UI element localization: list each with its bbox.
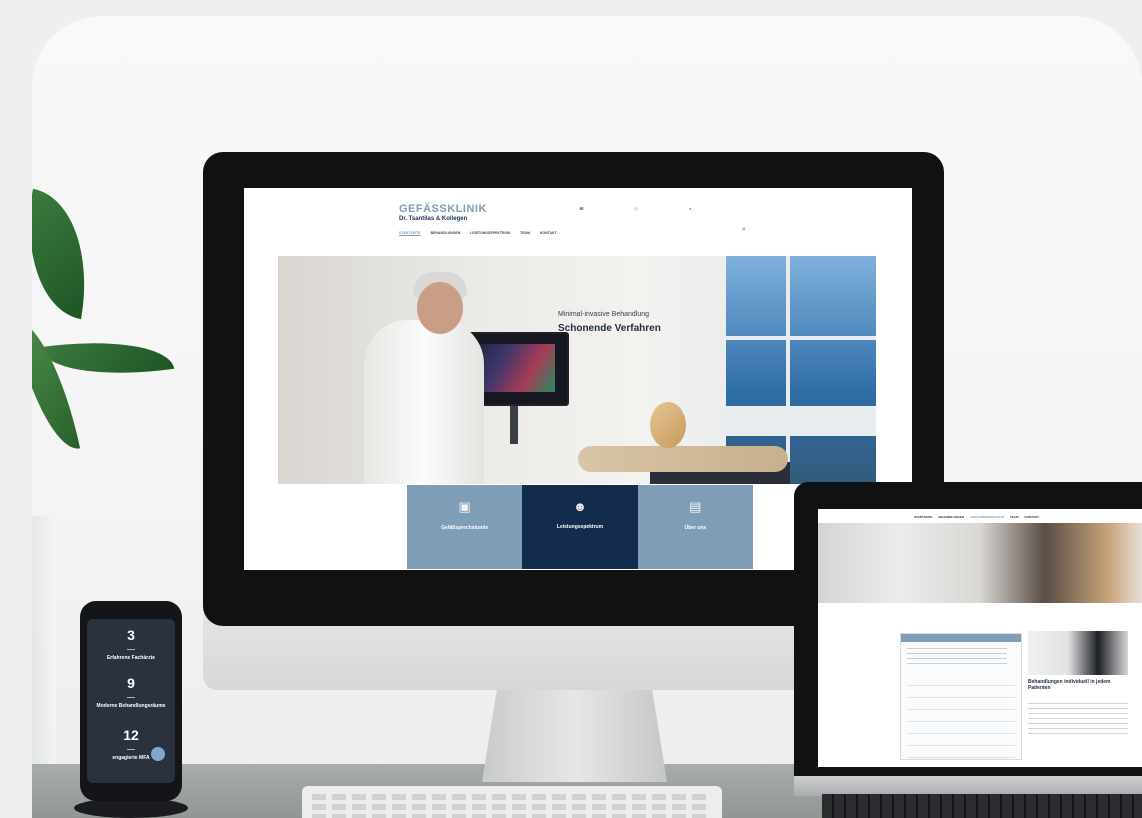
list-item[interactable] <box>907 748 1015 758</box>
phone-dock <box>74 798 188 818</box>
list-item[interactable] <box>907 676 1015 686</box>
clinic-icon: ▤ <box>689 499 702 514</box>
list-item[interactable] <box>907 736 1015 746</box>
tile-leistungsspektrum[interactable]: ☻ Leistungsspektrum <box>522 485 638 569</box>
laptop-hero-image <box>818 523 1142 603</box>
patient-head <box>650 402 686 448</box>
stat-separator <box>127 649 135 650</box>
stat-number: 3 <box>127 627 135 643</box>
site-logo-subtitle: Dr. Tsantilas & Kollegen <box>399 216 468 222</box>
list-item[interactable] <box>907 700 1015 710</box>
plant-leaf <box>32 311 81 457</box>
plant-leaf <box>39 329 175 387</box>
contact-clock-icon: ◷ <box>634 206 638 211</box>
plant-leaf <box>32 188 102 320</box>
main-nav: STARTSEITE BEHANDLUNGEN LEISTUNGSSPEKTRU… <box>399 231 557 236</box>
nav-item-kontakt[interactable]: KONTAKT <box>1024 515 1038 519</box>
nav-item-startseite[interactable]: STARTSEITE <box>914 515 932 519</box>
scroll-top-button[interactable] <box>151 747 165 761</box>
list-item[interactable] <box>907 724 1015 734</box>
list-item[interactable] <box>907 688 1015 698</box>
laptop-keyboard <box>822 794 1142 818</box>
tile-gefaesssprechstunde[interactable]: ▣ Gefäßsprechstunde <box>407 485 523 569</box>
photo-card: GEFÄSSKLINIK Dr. Tsantilas & Kollegen ☎ … <box>32 16 1142 818</box>
patient <box>578 446 788 472</box>
box-header <box>901 634 1021 642</box>
nav-item-kontakt[interactable]: KONTAKT <box>540 231 557 236</box>
stat-number: 9 <box>127 675 135 691</box>
tile-title: Über uns <box>684 525 707 531</box>
doctor-head <box>417 282 463 334</box>
nav-item-team[interactable]: TEAM <box>1010 515 1019 519</box>
laptop-hinge <box>794 776 1142 796</box>
tile-text-placeholder <box>534 533 626 538</box>
stat-label: Erfahrene Fachärzte <box>106 655 156 661</box>
tile-text-placeholder <box>419 534 511 539</box>
imac-stand <box>482 690 667 782</box>
stat-label: Moderne Behandlungsräume <box>96 703 166 709</box>
tile-text-placeholder <box>649 534 741 539</box>
site-logo[interactable]: GEFÄSSKLINIK <box>399 203 487 215</box>
monitor-arm <box>510 404 518 444</box>
laptop-content-image <box>1028 631 1128 675</box>
list-item[interactable] <box>907 712 1015 722</box>
contact-phone-icon: ☎ <box>579 206 584 211</box>
tile-ueber-uns[interactable]: ▤ Über uns <box>637 485 753 569</box>
nav-item-behandlungen[interactable]: BEHANDLUNGEN <box>431 231 461 236</box>
medical-bag-icon: ▣ <box>458 499 471 514</box>
nav-item-leistungsspektrum[interactable]: LEISTUNGSSPEKTRUM <box>470 231 510 236</box>
contact-location-icon: ● <box>689 206 692 211</box>
plant-vase <box>32 516 56 766</box>
nav-item-behandlungen[interactable]: BEHANDLUNGEN <box>938 515 964 519</box>
stat-separator <box>127 697 135 698</box>
nav-item-startseite[interactable]: STARTSEITE <box>399 231 421 236</box>
doctor <box>364 320 484 484</box>
search-icon[interactable]: ⌕ <box>742 226 746 234</box>
hero-subtitle: Minimal-invasive Behandlung <box>558 311 650 318</box>
keyboard <box>302 786 722 818</box>
stat-number: 12 <box>123 727 139 743</box>
treatment-list-box <box>900 633 1022 760</box>
doctor-icon: ☻ <box>573 499 587 514</box>
laptop-nav: STARTSEITE BEHANDLUNGEN LEISTUNGSSPEKTRU… <box>914 515 1039 519</box>
hero-title: Schonende Verfahren <box>558 323 661 334</box>
nav-item-leistungsspektrum[interactable]: LEISTUNGSSPEKTRUM <box>970 515 1004 519</box>
tile-title: Leistungsspektrum <box>556 524 604 530</box>
stat-separator <box>127 749 135 750</box>
nav-item-team[interactable]: TEAM <box>520 231 530 236</box>
hero-image: Minimal-invasive Behandlung Schonende Ve… <box>278 256 876 484</box>
laptop-website: STARTSEITE BEHANDLUNGEN LEISTUNGSSPEKTRU… <box>818 509 1142 767</box>
feature-tiles: ▣ Gefäßsprechstunde ☻ Leistungsspektrum … <box>407 485 753 569</box>
tile-title: Gefäßsprechstunde <box>441 525 489 531</box>
laptop-section-title: Behandlungen individuell in jedem Patien… <box>1028 679 1111 691</box>
